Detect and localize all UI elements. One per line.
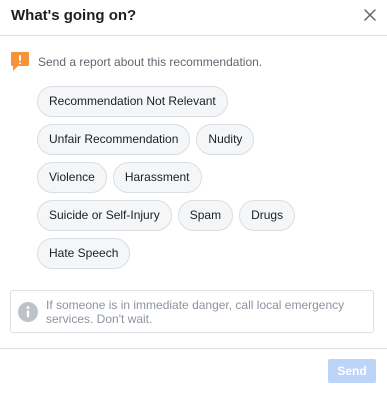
reason-tag-hate-speech[interactable]: Hate Speech xyxy=(37,238,131,269)
report-notice: Send a report about this recommendation. xyxy=(10,51,262,73)
reason-tag-violence[interactable]: Violence xyxy=(37,162,107,193)
tag-row: Unfair Recommendation Nudity xyxy=(37,124,357,155)
flag-exclamation-icon xyxy=(10,51,30,73)
reason-tag-suicide-or-self-injury[interactable]: Suicide or Self-Injury xyxy=(37,200,172,231)
report-dialog: What's going on? Send a report about thi… xyxy=(0,0,387,393)
emergency-notice: If someone is in immediate danger, call … xyxy=(10,290,374,333)
dialog-title: What's going on? xyxy=(11,7,137,24)
notice-text: Send a report about this recommendation. xyxy=(38,55,263,69)
emergency-text: If someone is in immediate danger, call … xyxy=(46,297,345,326)
reason-tag-harassment[interactable]: Harassment xyxy=(112,162,202,193)
info-icon xyxy=(18,301,38,322)
tag-row: Recommendation Not Relevant xyxy=(37,86,357,117)
reason-tag-unfair-recommendation[interactable]: Unfair Recommendation xyxy=(37,124,191,155)
footer-divider xyxy=(0,348,387,349)
tag-row: Violence Harassment xyxy=(37,162,357,193)
send-button[interactable]: Send xyxy=(328,359,376,383)
reason-tag-spam[interactable]: Spam xyxy=(177,200,234,231)
reason-tag-drugs[interactable]: Drugs xyxy=(239,200,296,231)
reason-tag-nudity[interactable]: Nudity xyxy=(196,124,255,155)
report-reason-list: Recommendation Not Relevant Unfair Recomm… xyxy=(37,86,357,276)
tag-row: Suicide or Self-Injury Spam Drugs xyxy=(37,200,357,231)
close-icon[interactable] xyxy=(361,6,379,24)
reason-tag-recommendation-not-relevant[interactable]: Recommendation Not Relevant xyxy=(37,86,228,117)
tag-row: Hate Speech xyxy=(37,238,357,269)
dialog-header: What's going on? xyxy=(0,0,387,36)
